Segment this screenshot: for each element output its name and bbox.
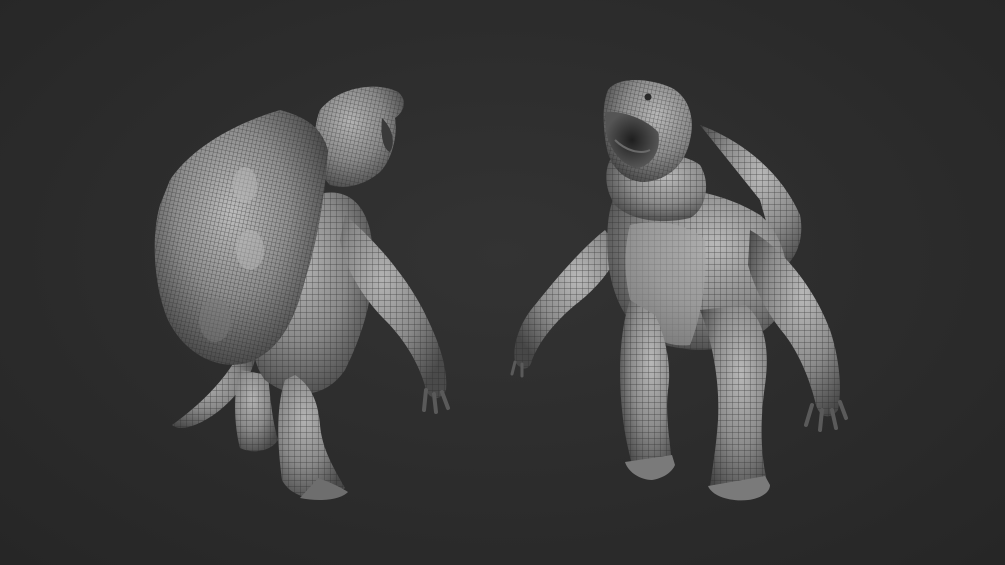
creature-front-three-quarter-view xyxy=(510,80,848,501)
creature-render xyxy=(154,80,848,501)
render-viewport xyxy=(0,0,1005,565)
creature-back-three-quarter-view xyxy=(154,86,450,500)
